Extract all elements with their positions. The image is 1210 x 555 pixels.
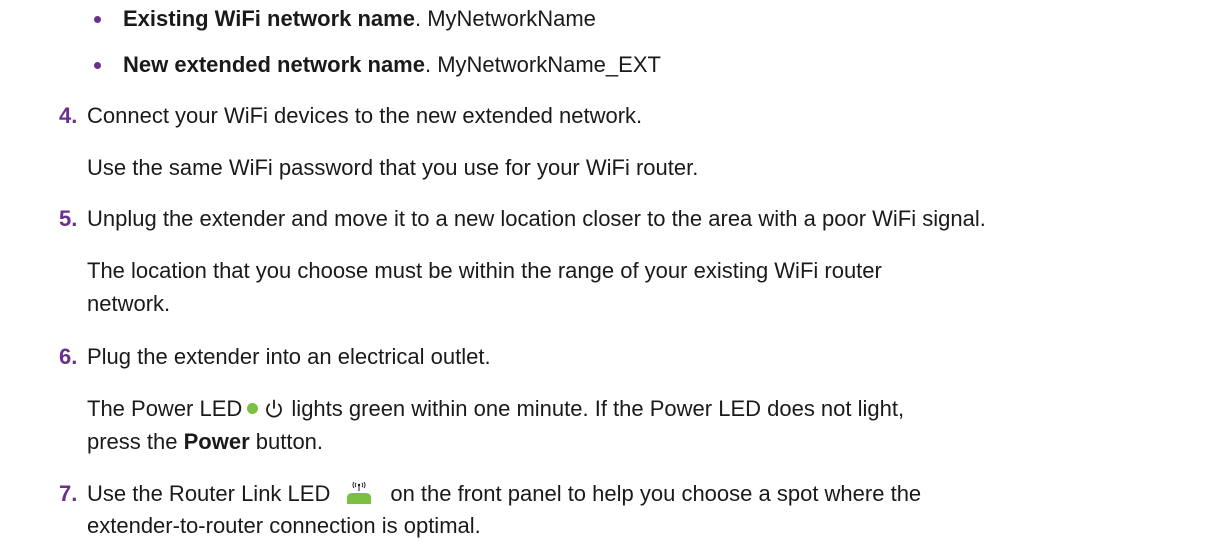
press-post: button.: [249, 429, 324, 454]
step-number-4: 4.: [59, 103, 78, 128]
press-pre: press the: [87, 429, 184, 454]
router-link-post: on the front panel to help you choose a …: [390, 481, 922, 506]
bullet-existing-network: Existing WiFi network name. MyNetworkNam…: [123, 6, 596, 32]
step-4-text: Connect your WiFi devices to the new ext…: [87, 103, 643, 128]
step-number-5: 5.: [59, 206, 78, 231]
step-7-text-line2: extender-to-router connection is optimal…: [87, 513, 481, 538]
step-number-7: 7.: [59, 481, 78, 506]
step-6-note-line1: The Power LED lights green within one mi…: [87, 396, 904, 425]
step-5-note-line2: network.: [87, 291, 171, 316]
bullet-label: New extended network name: [123, 52, 425, 77]
power-button-label: Power: [183, 429, 250, 454]
power-led-pre: The Power LED: [87, 396, 243, 421]
router-link-led-icon: [342, 481, 376, 511]
router-link-pre: Use the Router Link LED: [87, 481, 331, 506]
step-5-text: Unplug the extender and move it to a new…: [87, 206, 986, 231]
power-led-post: lights green within one minute. If the P…: [291, 396, 905, 421]
step-7-text-line1: Use the Router Link LED on the front pane…: [87, 481, 921, 511]
bullet-extended-network: New extended network name. MyNetworkName…: [123, 52, 661, 78]
step-5-note-line1: The location that you choose must be wit…: [87, 258, 882, 283]
bullet-value: . MyNetworkName_EXT: [424, 52, 661, 77]
bullet-value: . MyNetworkName: [414, 6, 596, 31]
green-led-dot-icon: [247, 403, 259, 414]
bullet-dot: [94, 16, 101, 23]
step-6-text: Plug the extender into an electrical out…: [87, 344, 491, 369]
step-6-note-line2: press the Power button.: [87, 429, 323, 455]
bullet-dot: [94, 62, 101, 69]
power-icon: [264, 399, 284, 425]
step-number-6: 6.: [59, 344, 78, 369]
step-4-note: Use the same WiFi password that you use …: [87, 155, 699, 180]
bullet-label: Existing WiFi network name: [123, 6, 415, 31]
